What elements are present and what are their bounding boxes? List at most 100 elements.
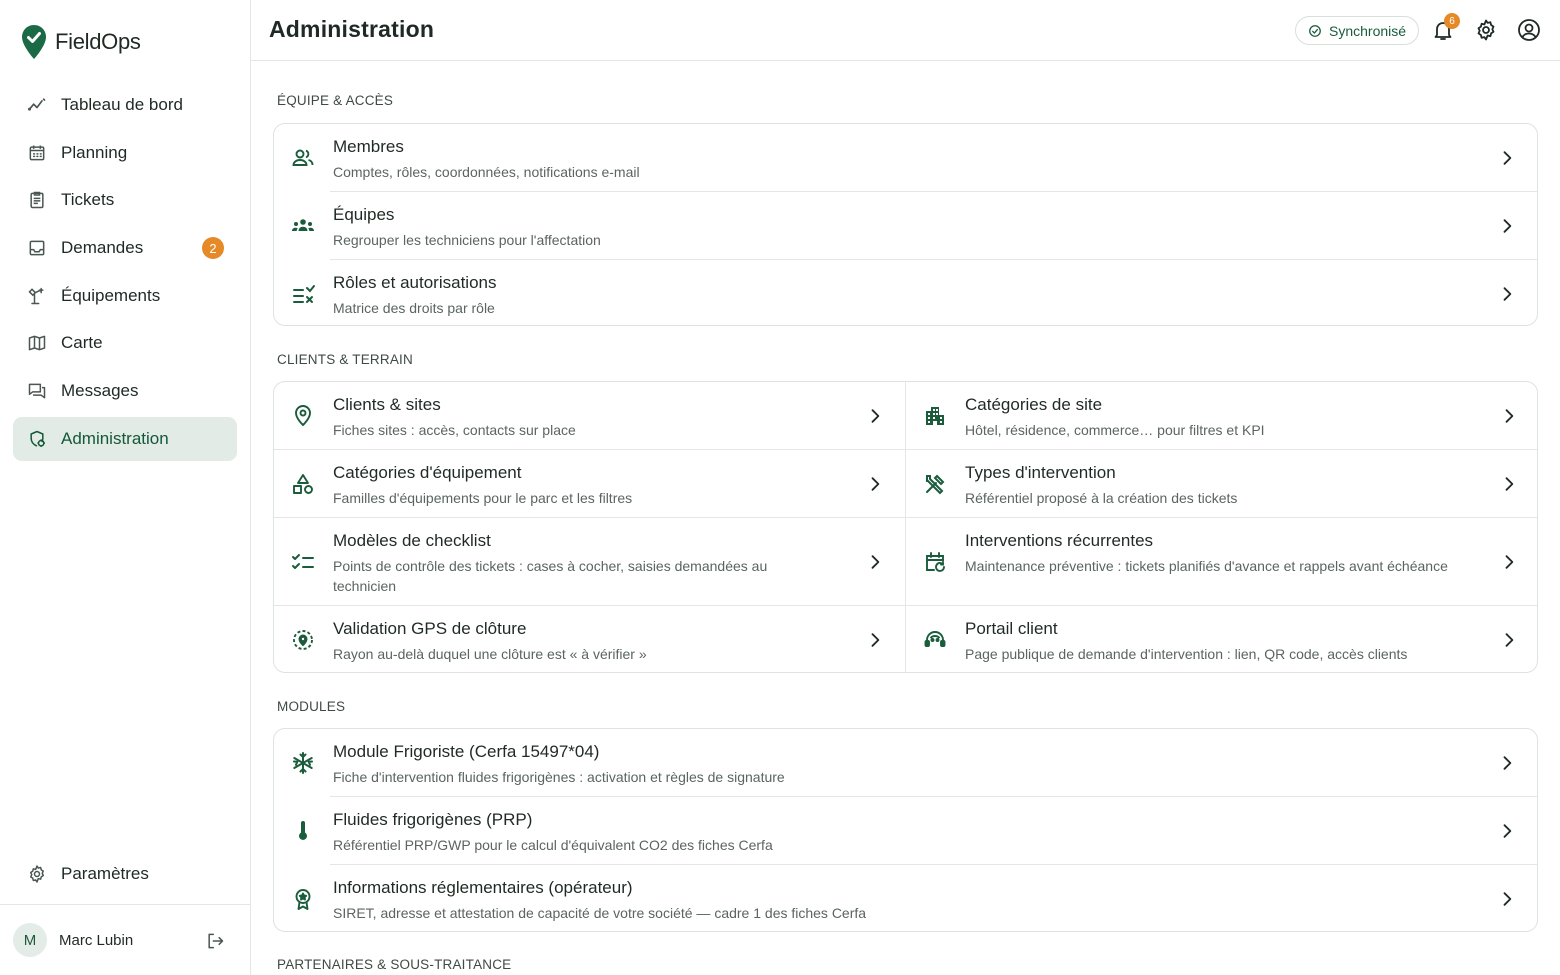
sidebar-item-label: Équipements <box>61 285 161 305</box>
check-circle-icon <box>1309 24 1321 37</box>
modules-card: Module Frigoriste (Cerfa 15497*04) Fiche… <box>273 728 1538 932</box>
chevron-right-icon <box>865 552 885 572</box>
row-title: Catégories d'équipement <box>333 463 522 482</box>
clipboard-icon <box>26 189 48 211</box>
admin-row-equipment-categories[interactable]: Catégories d'équipement Familles d'équip… <box>274 450 906 518</box>
admin-icon <box>26 428 48 450</box>
row-title: Interventions récurrentes <box>965 531 1154 550</box>
row-description: Fiches sites : accès, contacts sur place <box>333 422 576 438</box>
rule-list-icon <box>291 282 315 306</box>
user-name: Marc Lubin <box>59 931 134 949</box>
app-logo[interactable]: FieldOps <box>21 24 141 60</box>
row-title: Informations réglementaires (opérateur) <box>333 878 633 897</box>
row-description: Page publique de demande d'intervention … <box>965 646 1408 662</box>
snowflake-icon <box>291 751 315 775</box>
chevron-right-icon <box>1499 630 1519 650</box>
sidebar-item-label: Administration <box>61 428 169 448</box>
admin-row-intervention-types[interactable]: Types d'intervention Référentiel proposé… <box>906 450 1537 518</box>
gear-icon <box>26 863 48 885</box>
chevron-right-icon <box>865 630 885 650</box>
admin-row-client-portal[interactable]: Portail client Page publique de demande … <box>906 606 1537 672</box>
sidebar: FieldOps Tableau de bord Planning Ticket… <box>0 0 251 975</box>
sidebar-item-demandes[interactable]: Demandes 2 <box>13 226 237 270</box>
sidebar-settings: Paramètres <box>13 852 237 900</box>
row-description: Fiche d'intervention fluides frigorigène… <box>333 769 785 785</box>
certificate-badge-icon <box>291 887 315 911</box>
admin-row-site-categories[interactable]: Catégories de site Hôtel, résidence, com… <box>906 382 1537 450</box>
sidebar-item-carte[interactable]: Carte <box>13 321 237 365</box>
chevron-right-icon <box>1499 406 1519 426</box>
sidebar-item-tickets[interactable]: Tickets <box>13 178 237 222</box>
admin-row-recurring-interventions[interactable]: Interventions récurrentes Maintenance pr… <box>906 518 1537 606</box>
sidebar-item-dashboard[interactable]: Tableau de bord <box>13 83 237 127</box>
row-description: Comptes, rôles, coordonnées, notificatio… <box>333 164 640 180</box>
row-description: Familles d'équipements pour le parc et l… <box>333 490 633 506</box>
sidebar-item-administration[interactable]: Administration <box>13 416 237 461</box>
row-title: Équipes <box>333 205 395 224</box>
logout-icon[interactable] <box>205 931 225 951</box>
row-description: Regrouper les techniciens pour l'affecta… <box>333 232 601 248</box>
admin-row-checklist-templates[interactable]: Modèles de checklist Points de contrôle … <box>274 518 906 606</box>
sidebar-item-label: Messages <box>61 381 139 401</box>
admin-row-equipes[interactable]: Équipes Regrouper les techniciens pour l… <box>274 192 1537 260</box>
main-content: ÉQUIPE & ACCÈS Membres Comptes, rôles, c… <box>251 61 1560 975</box>
sidebar-item-parametres[interactable]: Paramètres <box>13 852 237 896</box>
top-header: Administration Synchronisé 6 <box>251 0 1560 61</box>
row-description: Rayon au-delà duquel une clôture est « à… <box>333 646 647 662</box>
admin-row-regulatory-info[interactable]: Informations réglementaires (opérateur) … <box>274 865 1537 931</box>
row-title: Types d'intervention <box>965 463 1116 482</box>
row-title: Catégories de site <box>965 395 1103 414</box>
gear-icon <box>1477 19 1495 41</box>
app-name: FieldOps <box>55 29 141 54</box>
demandes-count-badge: 2 <box>202 237 224 260</box>
chevron-right-icon <box>1497 148 1517 168</box>
checklist-icon <box>291 550 315 574</box>
sidebar-item-label: Carte <box>61 333 103 353</box>
admin-row-refrigerant-fluids[interactable]: Fluides frigorigènes (PRP) Référentiel P… <box>274 797 1537 865</box>
settings-button[interactable] <box>1474 18 1498 42</box>
row-description: Référentiel PRP/GWP pour le calcul d'équ… <box>333 837 773 853</box>
chart-line-icon <box>26 94 48 116</box>
admin-row-membres[interactable]: Membres Comptes, rôles, coordonnées, not… <box>274 124 1537 192</box>
admin-row-gps-validation[interactable]: Validation GPS de clôture Rayon au-delà … <box>274 606 906 672</box>
notifications-button[interactable]: 6 <box>1431 13 1460 42</box>
building-icon <box>923 404 947 428</box>
sync-status-badge[interactable]: Synchronisé <box>1295 16 1420 45</box>
sync-status-label: Synchronisé <box>1329 22 1407 39</box>
chevron-right-icon <box>865 406 885 426</box>
sidebar-item-messages[interactable]: Messages <box>13 369 237 413</box>
calendar-repeat-icon <box>923 550 947 574</box>
equipment-icon <box>26 285 48 307</box>
shapes-icon <box>291 472 315 496</box>
section-title-team: ÉQUIPE & ACCÈS <box>277 93 394 108</box>
gps-target-icon <box>291 628 315 652</box>
account-button[interactable] <box>1517 18 1541 42</box>
notifications-count-badge: 6 <box>1444 13 1460 29</box>
section-title-clients: CLIENTS & TERRAIN <box>277 352 413 367</box>
section-title-partners: PARTENAIRES & SOUS-TRAITANCE <box>277 957 512 972</box>
inbox-icon <box>26 237 48 259</box>
users-icon <box>291 146 315 170</box>
chevron-right-icon <box>865 474 885 494</box>
chevron-right-icon <box>1499 552 1519 572</box>
sidebar-item-planning[interactable]: Planning <box>13 131 237 175</box>
user-circle-icon <box>1518 19 1540 41</box>
chevron-right-icon <box>1497 284 1517 304</box>
calendar-icon <box>26 142 48 164</box>
sidebar-item-equipements[interactable]: Équipements <box>13 274 237 318</box>
sidebar-nav: Tableau de bord Planning Tickets Demande… <box>13 83 237 465</box>
row-description: Hôtel, résidence, commerce… pour filtres… <box>965 422 1265 438</box>
row-description: Référentiel proposé à la création des ti… <box>965 490 1238 506</box>
row-description: SIRET, adresse et attestation de capacit… <box>333 905 867 921</box>
admin-row-clients-sites[interactable]: Clients & sites Fiches sites : accès, co… <box>274 382 906 450</box>
admin-row-roles[interactable]: Rôles et autorisations Matrice des droit… <box>274 260 1537 325</box>
avatar[interactable]: M <box>13 923 47 957</box>
page-title: Administration <box>269 16 435 42</box>
row-title: Fluides frigorigènes (PRP) <box>333 810 533 829</box>
row-title: Portail client <box>965 619 1058 638</box>
sidebar-item-label: Demandes <box>61 238 144 258</box>
admin-row-frigoriste-module[interactable]: Module Frigoriste (Cerfa 15497*04) Fiche… <box>274 729 1537 797</box>
groups-icon <box>291 214 315 238</box>
row-title: Membres <box>333 137 404 156</box>
row-description: Matrice des droits par rôle <box>333 300 495 316</box>
